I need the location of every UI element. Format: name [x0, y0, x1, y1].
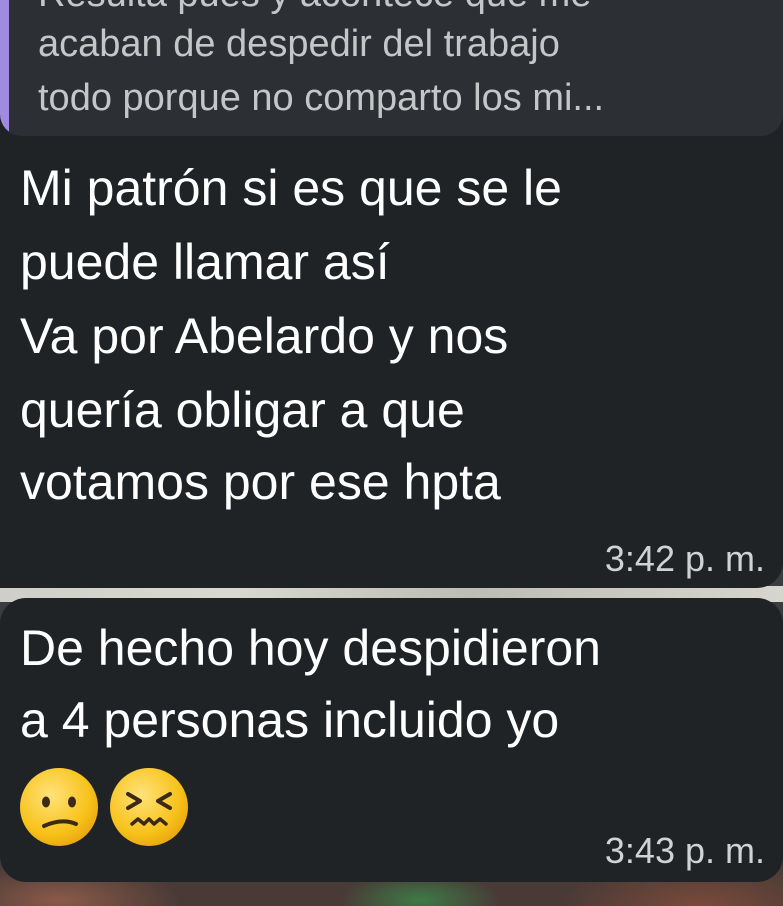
message-text-line: a 4 personas incluido yo [20, 692, 560, 748]
quoted-text-line: todo porque no comparto los mi... [38, 77, 605, 119]
quote-accent-bar [0, 0, 9, 136]
message-timestamp: 3:43 p. m. [604, 830, 765, 871]
message-text-line: quería obligar a que [20, 382, 465, 438]
message-text-line: Va por Abelardo y nos [20, 308, 509, 364]
message-text-line: votamos por ese hpta [20, 454, 501, 510]
message-text-line: puede llamar así [20, 234, 390, 290]
message-bubble[interactable]: De hecho hoy despidieron a 4 personas in… [0, 598, 783, 882]
quoted-text-line: Resulta pues y acontece que me [38, 0, 591, 18]
quoted-text-line: acaban de despedir del trabajo [38, 23, 560, 65]
confused-face-emoji [20, 768, 98, 846]
message-timestamp: 3:42 p. m. [604, 538, 765, 579]
quoted-reply[interactable]: Resulta pues y acontece que me acaban de… [0, 0, 783, 136]
message-text-line: De hecho hoy despidieron [20, 620, 601, 676]
message-bubble[interactable]: Resulta pues y acontece que me acaban de… [0, 0, 783, 588]
confounded-face-emoji [110, 768, 188, 846]
message-text-line: Mi patrón si es que se le [20, 160, 562, 216]
